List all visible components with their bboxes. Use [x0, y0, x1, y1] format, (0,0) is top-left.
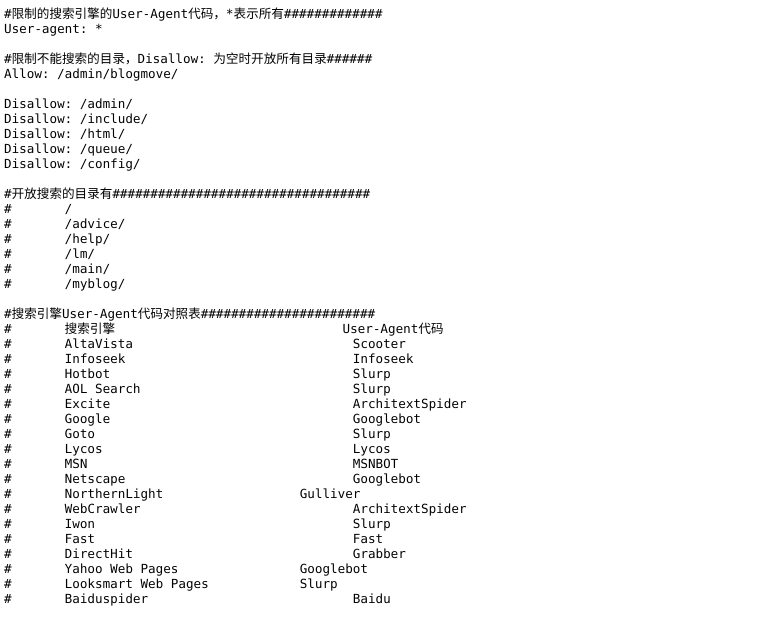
text-line: # Yahoo Web Pages Googlebot — [4, 561, 368, 576]
text-line: # Goto Slurp — [4, 426, 391, 441]
text-line: # Excite ArchitextSpider — [4, 396, 467, 411]
text-line: User-agent: * — [4, 21, 103, 36]
text-line: # Iwon Slurp — [4, 516, 391, 531]
text-line: # WebCrawler ArchitextSpider — [4, 501, 467, 516]
text-line: # /advice/ — [4, 216, 126, 231]
text-line: #开放搜索的目录有###############################… — [4, 186, 371, 201]
text-line: Allow: /admin/blogmove/ — [4, 66, 179, 81]
text-line: # AltaVista Scooter — [4, 336, 406, 351]
robots-txt-content: #限制的搜索引擎的User-Agent代码，*表示所有#############… — [0, 0, 777, 606]
text-line: Disallow: /queue/ — [4, 141, 133, 156]
text-line: # Lycos Lycos — [4, 441, 391, 456]
text-line: # Google Googlebot — [4, 411, 422, 426]
text-line: # NorthernLight Gulliver — [4, 486, 361, 501]
text-line: Disallow: /config/ — [4, 156, 141, 171]
text-line: # 搜索引擎 User-Agent代码 — [4, 321, 444, 336]
text-line: # Fast Fast — [4, 531, 384, 546]
text-line: # Infoseek Infoseek — [4, 351, 414, 366]
text-line: # /myblog/ — [4, 276, 126, 291]
text-line: # Looksmart Web Pages Slurp — [4, 576, 338, 591]
text-line: Disallow: /include/ — [4, 111, 149, 126]
text-line: # /lm/ — [4, 246, 95, 261]
text-line: # Hotbot Slurp — [4, 366, 391, 381]
text-line: #搜索引擎User-Agent代码对照表####################… — [4, 306, 376, 321]
text-line: # /help/ — [4, 231, 111, 246]
text-line: # DirectHit Grabber — [4, 546, 406, 561]
text-line: #限制的搜索引擎的User-Agent代码，*表示所有############# — [4, 6, 383, 21]
text-line: # MSN MSNBOT — [4, 456, 399, 471]
text-line: Disallow: /admin/ — [4, 96, 133, 111]
text-line: Disallow: /html/ — [4, 126, 126, 141]
text-line: # AOL Search Slurp — [4, 381, 391, 396]
text-line: # /main/ — [4, 261, 111, 276]
text-line: # / — [4, 201, 73, 216]
text-line: #限制不能搜索的目录，Disallow: 为空时开放所有目录###### — [4, 51, 373, 66]
text-line: # Netscape Googlebot — [4, 471, 422, 486]
text-line: # Baiduspider Baidu — [4, 591, 391, 606]
